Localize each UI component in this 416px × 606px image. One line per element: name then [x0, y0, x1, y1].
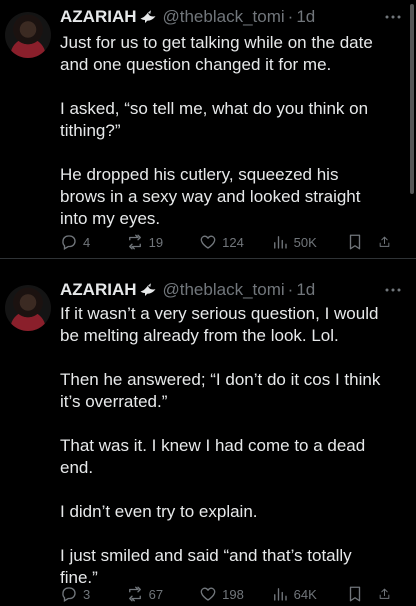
tweet-paragraph: He dropped his cutlery, squeezed his bro… [60, 165, 361, 228]
views-count: 64K [293, 586, 317, 602]
repost-icon [128, 586, 141, 602]
tweet[interactable]: AZARIAH @theblack_tomi · 1d Just for us … [0, 0, 416, 258]
tweet[interactable]: AZARIAH @theblack_tomi · 1d If it wasn’t… [0, 258, 416, 606]
bookmark-icon [350, 234, 361, 250]
reply-button[interactable]: 4 [60, 233, 126, 251]
repost-count: 19 [148, 234, 164, 250]
reply-icon [62, 235, 76, 250]
reply-icon [62, 587, 76, 602]
share-icon [379, 236, 390, 247]
repost-button[interactable]: 67 [126, 585, 200, 603]
bookmark-button[interactable] [346, 585, 378, 603]
scrollbar[interactable] [410, 4, 414, 194]
tweet-paragraph: I didn’t even try to explain. [60, 502, 258, 521]
author-name[interactable]: AZARIAH [60, 7, 137, 27]
like-count: 198 [222, 586, 244, 602]
tweet-paragraph: That was it. I knew I had come to a dead… [60, 436, 366, 477]
dove-icon [140, 10, 155, 23]
dove-icon [140, 283, 155, 296]
like-button[interactable]: 124 [199, 233, 271, 251]
avatar[interactable] [5, 12, 51, 58]
tweet-paragraph: If it wasn’t a very serious question, I … [60, 304, 379, 345]
tweet-paragraph: I asked, “so tell me, what do you think … [60, 99, 369, 140]
views-chart-icon [273, 236, 287, 249]
tweet-header: AZARIAH @theblack_tomi · 1d [60, 279, 404, 301]
views-count: 50K [293, 234, 317, 250]
author-name[interactable]: AZARIAH [60, 280, 137, 300]
share-icon [379, 588, 390, 599]
like-count: 124 [222, 234, 244, 250]
like-button[interactable]: 198 [199, 585, 271, 603]
tweet-header: AZARIAH @theblack_tomi · 1d [60, 6, 404, 28]
share-button[interactable] [378, 585, 396, 603]
reply-count: 3 [83, 586, 91, 602]
avatar[interactable] [5, 285, 51, 331]
views-button[interactable]: 50K [271, 233, 347, 251]
tweet-paragraph: Just for us to get talking while on the … [60, 33, 373, 74]
repost-count: 67 [148, 586, 164, 602]
bookmark-icon [350, 586, 361, 602]
timestamp[interactable]: 1d [296, 280, 315, 300]
action-bar: 3 67 198 64K [60, 583, 396, 605]
bookmark-button[interactable] [346, 233, 378, 251]
repost-icon [128, 234, 141, 250]
tweet-paragraph: Then he answered; “I don’t do it cos I t… [60, 370, 381, 411]
reply-button[interactable]: 3 [60, 585, 126, 603]
views-button[interactable]: 64K [271, 585, 347, 603]
heart-icon [200, 587, 216, 601]
action-bar: 4 19 124 50K [60, 231, 396, 253]
more-options-icon[interactable] [382, 6, 404, 28]
author-handle[interactable]: @theblack_tomi [163, 280, 285, 300]
tweet-text: Just for us to get talking while on the … [60, 32, 400, 230]
views-chart-icon [273, 588, 287, 601]
timestamp[interactable]: 1d [296, 7, 315, 27]
author-handle[interactable]: @theblack_tomi [163, 7, 285, 27]
tweet-text: If it wasn’t a very serious question, I … [60, 303, 400, 589]
separator-dot: · [287, 7, 294, 26]
more-options-icon[interactable] [382, 279, 404, 301]
heart-icon [200, 235, 216, 249]
repost-button[interactable]: 19 [126, 233, 200, 251]
share-button[interactable] [378, 233, 396, 251]
separator-dot: · [287, 280, 294, 299]
reply-count: 4 [83, 234, 91, 250]
